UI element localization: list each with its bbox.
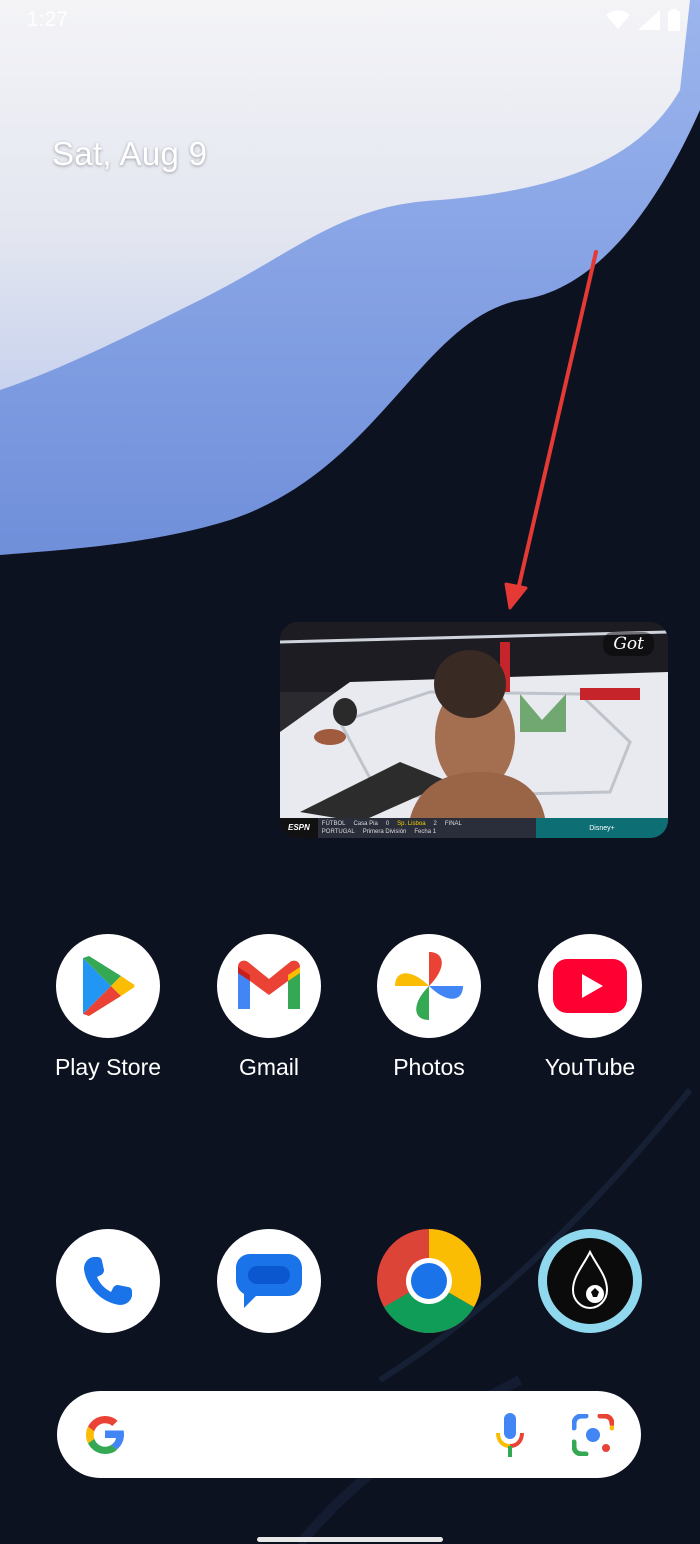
gmail-icon	[217, 934, 321, 1038]
status-bar: 1:27	[0, 0, 700, 40]
app-label: YouTube	[544, 1054, 636, 1080]
app-photos[interactable]: Photos	[359, 934, 499, 1081]
soccer-drop-app-icon	[538, 1229, 642, 1333]
microphone-icon[interactable]	[493, 1411, 527, 1459]
app-phone[interactable]	[38, 1229, 178, 1333]
messages-icon	[217, 1229, 321, 1333]
app-label: Photos	[393, 1054, 465, 1080]
ticker-round: Fecha 1	[414, 829, 437, 835]
app-play-store[interactable]: Play Store	[38, 934, 178, 1081]
play-store-icon	[56, 934, 160, 1038]
ticker-away-team: Sp. Lisboa	[397, 821, 426, 827]
cell-signal-icon	[638, 10, 660, 30]
app-chrome[interactable]	[359, 1229, 499, 1333]
ticker-home-score: 0	[385, 821, 390, 827]
app-soccer-drop[interactable]	[520, 1229, 660, 1333]
date-widget[interactable]: Sat, Aug 9	[52, 135, 207, 173]
ticker-country: PORTUGAL	[321, 829, 355, 835]
youtube-icon	[538, 934, 642, 1038]
pip-video-window[interactable]: Got ESPN FÚTBOL Casa Pia 0 Sp. Lisboa 2 …	[280, 622, 668, 838]
app-label: Play Store	[54, 1054, 162, 1080]
photos-icon	[377, 934, 481, 1038]
ticker-rows: FÚTBOL Casa Pia 0 Sp. Lisboa 2 FINAL POR…	[318, 820, 466, 836]
chrome-icon	[377, 1229, 481, 1333]
wifi-icon	[606, 10, 630, 29]
status-icons	[606, 9, 680, 31]
app-youtube[interactable]: YouTube	[520, 934, 660, 1081]
app-messages[interactable]	[199, 1229, 339, 1333]
ticker-status: FINAL	[444, 821, 462, 827]
ticker-home-team: Casa Pia	[353, 821, 378, 827]
app-gmail[interactable]: Gmail	[199, 934, 339, 1081]
score-ticker: ESPN FÚTBOL Casa Pia 0 Sp. Lisboa 2 FINA…	[280, 818, 668, 838]
ticker-network: ESPN	[280, 818, 318, 838]
google-search-bar[interactable]	[57, 1391, 641, 1478]
gesture-nav-handle[interactable]	[257, 1537, 443, 1542]
battery-icon	[668, 9, 680, 31]
ticker-brand: Disney+	[536, 818, 668, 838]
ticker-league: FÚTBOL	[321, 821, 346, 827]
ticker-division: Primera División	[362, 829, 407, 835]
google-lens-icon[interactable]	[572, 1414, 614, 1456]
pip-watermark: Got	[603, 632, 654, 656]
ticker-away-score: 2	[433, 821, 437, 827]
google-g-icon	[86, 1416, 124, 1454]
status-time: 1:27	[27, 8, 68, 31]
app-label: Gmail	[238, 1054, 300, 1080]
phone-icon	[56, 1229, 160, 1333]
